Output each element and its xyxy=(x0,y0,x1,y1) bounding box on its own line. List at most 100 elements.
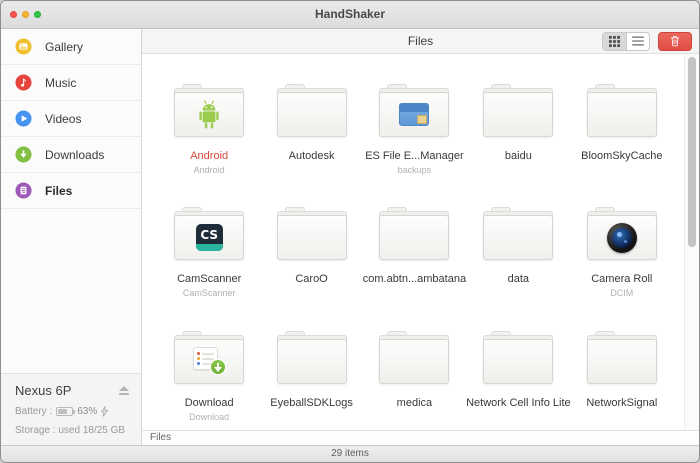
music-icon xyxy=(15,74,32,91)
sidebar-item-label: Files xyxy=(45,184,72,198)
minimize-button[interactable] xyxy=(22,11,29,18)
folder-item[interactable]: Autodesk xyxy=(260,84,362,183)
delete-button[interactable] xyxy=(658,32,692,51)
content-header: Files xyxy=(142,29,699,54)
folder-icon xyxy=(277,84,347,137)
folder-subtitle: CamScanner xyxy=(183,288,236,299)
main-panel: Files xyxy=(142,29,699,445)
scrollbar-thumb[interactable] xyxy=(688,57,696,247)
list-view-button[interactable] xyxy=(626,33,649,50)
storage-row: Storage : used 18/25 GB xyxy=(15,425,130,436)
scrollbar-track[interactable] xyxy=(684,54,699,430)
folder-subtitle: Android xyxy=(194,165,225,176)
folder-item[interactable]: EyeballSDKLogs xyxy=(260,331,362,430)
folder-badge-slot xyxy=(174,92,244,137)
folder-name: CamScanner xyxy=(177,273,241,285)
folder-item[interactable]: CaroO xyxy=(260,207,362,306)
folder-item[interactable]: data xyxy=(466,207,571,306)
folder-badge-slot xyxy=(379,92,449,137)
folder-badge-slot xyxy=(483,339,553,384)
sidebar-item-files[interactable]: Files xyxy=(1,173,141,209)
downloads-icon xyxy=(15,146,32,163)
traffic-lights xyxy=(10,1,41,28)
view-toggle xyxy=(602,32,650,51)
folder-icon xyxy=(483,84,553,137)
folder-name: ES File E...Manager xyxy=(365,150,463,162)
folder-badge-slot: CS xyxy=(174,215,244,260)
files-icon xyxy=(15,182,32,199)
folder-subtitle: DCIM xyxy=(610,288,633,299)
window-title: HandShaker xyxy=(1,1,699,28)
folder-name: Android xyxy=(190,150,228,162)
battery-percent: 63% xyxy=(77,406,97,417)
folder-icon xyxy=(277,331,347,384)
folder-name: Autodesk xyxy=(289,150,335,162)
folder-badge-slot xyxy=(174,339,244,384)
folder-name: com.abtn...ambatana xyxy=(363,273,466,285)
folder-item[interactable]: Camera Roll DCIM xyxy=(571,207,673,306)
sidebar-item-gallery[interactable]: Gallery xyxy=(1,29,141,65)
folder-item[interactable]: BloomSkyCache xyxy=(571,84,673,183)
folder-name: BloomSkyCache xyxy=(581,150,662,162)
es-file-manager-badge-icon xyxy=(399,103,429,126)
folder-icon xyxy=(174,331,244,384)
folder-item[interactable]: medica xyxy=(363,331,466,430)
sidebar-item-videos[interactable]: Videos xyxy=(1,101,141,137)
header-controls xyxy=(602,29,692,53)
folder-icon xyxy=(277,207,347,260)
breadcrumb: Files xyxy=(142,430,699,445)
sidebar-item-label: Videos xyxy=(45,112,81,126)
folder-item[interactable]: CS CamScanner CamScanner xyxy=(158,207,260,306)
folder-badge-slot xyxy=(379,339,449,384)
folder-name: data xyxy=(508,273,529,285)
zoom-button[interactable] xyxy=(34,11,41,18)
folder-item[interactable]: Download Download xyxy=(158,331,260,430)
sidebar-list: Gallery Music Videos Downloads Files xyxy=(1,29,141,209)
folder-name: Camera Roll xyxy=(591,273,652,285)
folder-badge-slot xyxy=(587,215,657,260)
eject-icon[interactable] xyxy=(118,386,130,396)
folder-icon xyxy=(379,84,449,137)
sidebar-item-label: Music xyxy=(45,76,76,90)
folder-item[interactable]: baidu xyxy=(466,84,571,183)
download-badge-icon xyxy=(193,347,226,375)
storage-text: Storage : used 18/25 GB xyxy=(15,425,125,436)
folder-badge-slot xyxy=(277,92,347,137)
folder-subtitle: backups xyxy=(398,165,432,176)
folder-icon xyxy=(587,207,657,260)
titlebar: HandShaker xyxy=(1,1,699,29)
folder-icon xyxy=(483,331,553,384)
folder-item[interactable]: NetworkSignal xyxy=(571,331,673,430)
folder-item[interactable]: Android Android xyxy=(158,84,260,183)
sidebar-item-music[interactable]: Music xyxy=(1,65,141,101)
charging-bolt-icon xyxy=(101,406,108,417)
sidebar-item-downloads[interactable]: Downloads xyxy=(1,137,141,173)
folder-area: Android Android Autodesk ES File E...Man… xyxy=(142,54,699,430)
close-button[interactable] xyxy=(10,11,17,18)
trash-icon xyxy=(670,35,680,47)
gallery-icon xyxy=(15,38,32,55)
folder-name: NetworkSignal xyxy=(586,397,657,409)
status-bar: 29 items xyxy=(1,445,699,462)
camera-lens-badge-icon xyxy=(607,223,637,253)
folder-icon xyxy=(379,331,449,384)
folder-subtitle: Download xyxy=(189,412,229,423)
camscanner-badge-icon: CS xyxy=(196,224,223,251)
folder-name: baidu xyxy=(505,150,532,162)
videos-icon xyxy=(15,110,32,127)
folder-badge-slot xyxy=(277,215,347,260)
folder-item[interactable]: Network Cell Info Lite xyxy=(466,331,571,430)
sidebar-item-label: Gallery xyxy=(45,40,83,54)
folder-item[interactable]: com.abtn...ambatana xyxy=(363,207,466,306)
folder-grid: Android Android Autodesk ES File E...Man… xyxy=(142,54,699,430)
folder-badge-slot xyxy=(277,339,347,384)
grid-icon xyxy=(609,36,620,47)
folder-icon xyxy=(483,207,553,260)
folder-item[interactable]: ES File E...Manager backups xyxy=(363,84,466,183)
sidebar-item-label: Downloads xyxy=(45,148,104,162)
folder-badge-slot xyxy=(483,92,553,137)
grid-view-button[interactable] xyxy=(603,33,626,50)
battery-icon xyxy=(56,407,73,416)
folder-badge-slot xyxy=(379,215,449,260)
folder-icon xyxy=(174,84,244,137)
